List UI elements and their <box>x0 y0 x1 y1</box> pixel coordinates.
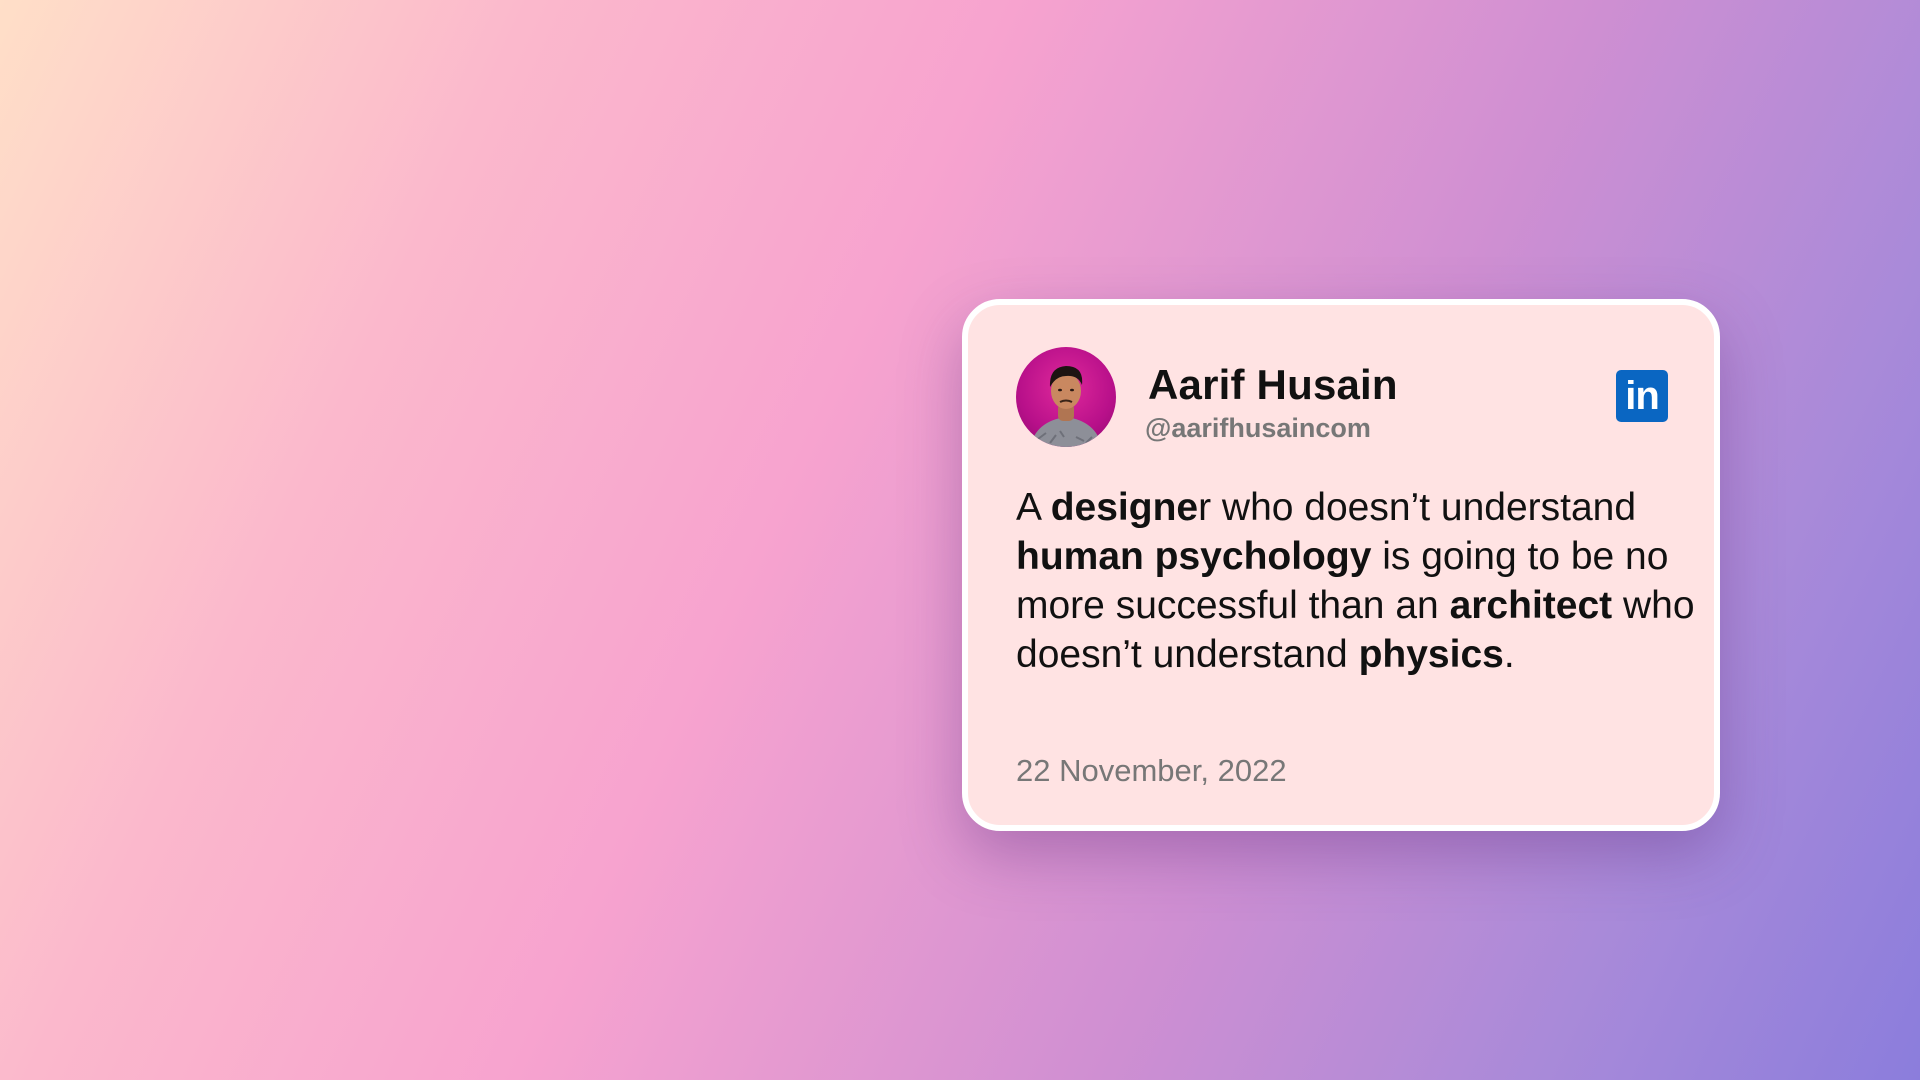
post-text: A designer who doesn’t understand human … <box>1016 483 1696 679</box>
post-text-segment: . <box>1503 633 1515 676</box>
author-handle[interactable]: @aarifhusaincom <box>1145 413 1371 444</box>
linkedin-icon[interactable]: in <box>1616 370 1668 422</box>
post-text-bold-segment: human psychology <box>1016 535 1372 578</box>
avatar[interactable] <box>1016 347 1116 447</box>
post-text-bold-segment: architect <box>1449 584 1613 627</box>
author-name[interactable]: Aarif Husain <box>1148 361 1398 409</box>
post-text-bold-segment: designe <box>1050 486 1199 529</box>
post-date: 22 November, 2022 <box>1016 753 1287 788</box>
post-card: Aarif Husain @aarifhusaincom in A design… <box>962 299 1720 831</box>
post-text-bold-segment: physics <box>1358 633 1504 676</box>
person-photo-icon <box>1030 366 1102 447</box>
post-text-segment: r who doesn’t understand <box>1198 486 1637 529</box>
post-text-segment: A <box>1016 486 1051 529</box>
